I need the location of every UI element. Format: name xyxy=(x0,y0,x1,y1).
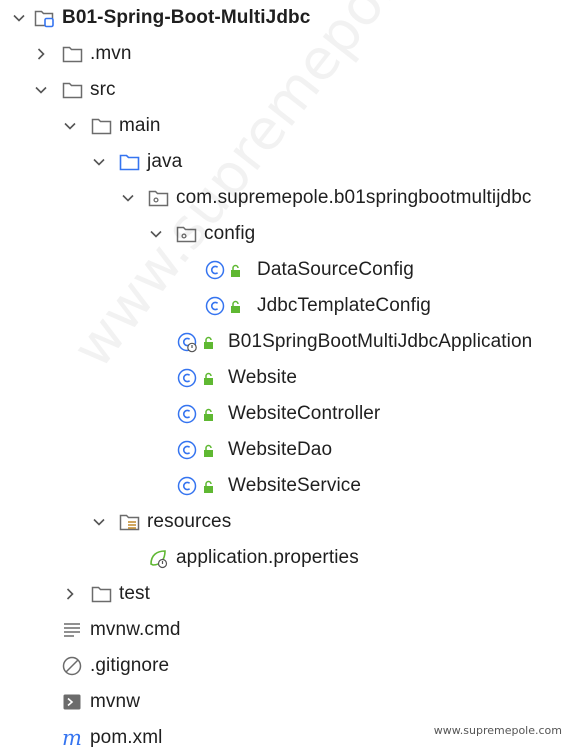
tree-row-class[interactable]: WebsiteService xyxy=(0,468,568,504)
file-label: .gitignore xyxy=(90,655,170,676)
package-icon xyxy=(176,224,197,244)
tree-row-file[interactable]: mvnw xyxy=(0,684,568,720)
lock-icon xyxy=(229,300,243,314)
tree-row-class[interactable]: WebsiteDao xyxy=(0,432,568,468)
svg-text:m: m xyxy=(62,726,82,750)
package-icon xyxy=(148,188,169,208)
chevron-down-icon[interactable] xyxy=(120,190,136,206)
chevron-right-icon[interactable] xyxy=(62,586,78,602)
folder-label: main xyxy=(119,115,161,136)
folder-label: .mvn xyxy=(90,43,132,64)
folder-icon xyxy=(91,584,112,604)
tree-row-src[interactable]: src xyxy=(0,72,568,108)
lock-icon xyxy=(202,444,216,458)
file-label: pom.xml xyxy=(90,727,163,748)
lock-icon xyxy=(202,408,216,422)
tree-row-mvn[interactable]: .mvn xyxy=(0,36,568,72)
ignored-file-icon xyxy=(62,656,82,676)
folder-icon xyxy=(91,116,112,136)
tree-row-properties-file[interactable]: application.properties xyxy=(0,540,568,576)
lock-icon xyxy=(202,336,216,350)
tree-row-resources[interactable]: resources xyxy=(0,504,568,540)
package-label: config xyxy=(204,223,256,244)
tree-row-package[interactable]: com.supremepole.b01springbootmultijdbc xyxy=(0,180,568,216)
tree-row-class[interactable]: WebsiteController xyxy=(0,396,568,432)
tree-row-file[interactable]: mvnw.cmd xyxy=(0,612,568,648)
footer-url: www.supremepole.com xyxy=(433,724,562,737)
chevron-down-icon[interactable] xyxy=(148,226,164,242)
project-folder-icon xyxy=(34,8,54,28)
project-tree: B01-Spring-Boot-MultiJdbc .mvn src main xyxy=(0,0,568,753)
tree-row-class[interactable]: JdbcTemplateConfig xyxy=(0,288,568,324)
class-label: WebsiteService xyxy=(228,475,362,496)
lock-icon xyxy=(229,264,243,278)
spring-leaf-icon xyxy=(148,548,168,569)
lock-icon xyxy=(202,372,216,386)
maven-icon: m xyxy=(62,726,82,750)
file-label: mvnw xyxy=(90,691,141,712)
lock-icon xyxy=(202,480,216,494)
class-icon xyxy=(205,296,225,316)
chevron-down-icon[interactable] xyxy=(11,10,27,26)
tree-row-class[interactable]: Website xyxy=(0,360,568,396)
chevron-down-icon[interactable] xyxy=(33,82,49,98)
class-icon xyxy=(177,368,197,388)
folder-label: resources xyxy=(147,511,232,532)
tree-row-test[interactable]: test xyxy=(0,576,568,612)
text-file-icon xyxy=(62,620,82,640)
package-label: com.supremepole.b01springbootmultijdbc xyxy=(176,187,532,208)
tree-row-file[interactable]: .gitignore xyxy=(0,648,568,684)
chevron-down-icon[interactable] xyxy=(62,118,78,134)
class-icon xyxy=(177,476,197,496)
shell-script-icon xyxy=(62,692,82,712)
folder-label: test xyxy=(119,583,151,604)
class-label: DataSourceConfig xyxy=(257,259,414,280)
class-label: WebsiteDao xyxy=(228,439,333,460)
class-icon xyxy=(205,260,225,280)
folder-icon xyxy=(62,80,83,100)
class-label: B01SpringBootMultiJdbcApplication xyxy=(228,331,533,352)
tree-row-main[interactable]: main xyxy=(0,108,568,144)
chevron-down-icon[interactable] xyxy=(91,514,107,530)
tree-row-project-root[interactable]: B01-Spring-Boot-MultiJdbc xyxy=(0,0,568,36)
source-folder-icon xyxy=(119,152,140,172)
resources-folder-icon xyxy=(119,512,140,532)
file-label: application.properties xyxy=(176,547,359,568)
class-icon xyxy=(177,440,197,460)
folder-label: src xyxy=(90,79,116,100)
spring-boot-class-icon xyxy=(177,332,197,353)
tree-row-application-class[interactable]: B01SpringBootMultiJdbcApplication xyxy=(0,324,568,360)
tree-row-class[interactable]: DataSourceConfig xyxy=(0,252,568,288)
tree-row-config[interactable]: config xyxy=(0,216,568,252)
file-label: mvnw.cmd xyxy=(90,619,181,640)
folder-label: java xyxy=(147,151,183,172)
chevron-down-icon[interactable] xyxy=(91,154,107,170)
project-name: B01-Spring-Boot-MultiJdbc xyxy=(62,7,311,28)
chevron-right-icon[interactable] xyxy=(33,46,49,62)
tree-row-java[interactable]: java xyxy=(0,144,568,180)
class-icon xyxy=(177,404,197,424)
class-label: JdbcTemplateConfig xyxy=(257,295,431,316)
class-label: Website xyxy=(228,367,297,388)
class-label: WebsiteController xyxy=(228,403,381,424)
folder-icon xyxy=(62,44,83,64)
